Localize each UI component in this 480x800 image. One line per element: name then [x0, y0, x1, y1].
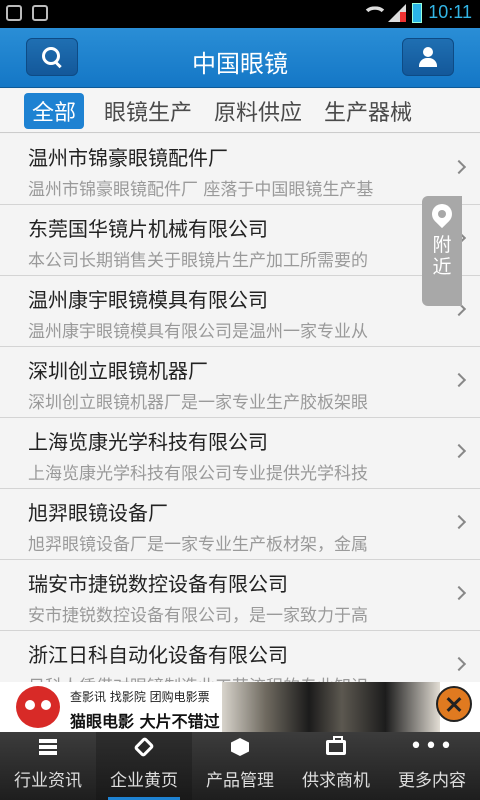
signal-icon — [388, 3, 407, 22]
company-description: 温州康宇眼镜模具有限公司是温州一家专业从 — [28, 322, 368, 342]
wifi-icon — [360, 5, 382, 21]
tab-production-equipment[interactable]: 生产器械 — [324, 95, 412, 127]
nearby-label: 附 — [432, 234, 452, 256]
nav-product-management[interactable]: 产品管理 — [192, 732, 288, 800]
app-header: 中国眼镜 — [0, 28, 480, 88]
company-description: 温州市锦豪眼镜配件厂 座落于中国眼镜生产基 — [28, 180, 374, 200]
battery-icon — [412, 2, 423, 23]
company-name: 深圳创立眼镜机器厂 — [28, 359, 208, 383]
company-name: 温州康宇眼镜模具有限公司 — [28, 288, 268, 312]
list-item[interactable]: 浙江日科自动化设备有限公司 日科人凭借对眼镜制造业工艺流程的专业知识 — [0, 631, 480, 682]
company-name: 温州市锦豪眼镜配件厂 — [28, 146, 228, 170]
briefcase-icon — [326, 735, 346, 755]
company-description: 旭羿眼镜设备厂是一家专业生产板材架，金属 — [28, 535, 368, 555]
location-pin-icon — [427, 199, 457, 229]
chevron-right-icon — [451, 443, 467, 459]
nav-label: 企业黄页 — [110, 771, 178, 791]
company-name: 浙江日科自动化设备有限公司 — [28, 643, 288, 667]
nav-label: 更多内容 — [398, 771, 466, 791]
nav-supply-demand[interactable]: 供求商机 — [288, 732, 384, 800]
category-tabs: 全部 眼镜生产 原料供应 生产器械 — [0, 89, 480, 133]
more-icon: ••• — [409, 734, 455, 759]
ad-image — [222, 682, 440, 732]
chevron-right-icon — [451, 514, 467, 530]
clock: 10:11 — [428, 2, 472, 22]
company-description: 日科人凭借对眼镜制造业工艺流程的专业知识 — [28, 672, 440, 682]
ad-banner[interactable]: 查影讯 找影院 团购电影票 猫眼电影 大片不错过 — [0, 682, 480, 732]
chevron-right-icon — [451, 372, 467, 388]
tab-all[interactable]: 全部 — [24, 92, 85, 129]
list-item[interactable]: 上海览康光学科技有限公司 上海览康光学科技有限公司专业提供光学科技 — [0, 418, 480, 489]
company-name: 上海览康光学科技有限公司 — [28, 430, 268, 454]
company-list: 温州市锦豪眼镜配件厂 温州市锦豪眼镜配件厂 座落于中国眼镜生产基 东莞国华镜片机… — [0, 134, 480, 682]
nav-label: 行业资讯 — [14, 771, 82, 791]
company-description: 深圳创立眼镜机器厂是一家专业生产胶板架眼 — [28, 393, 368, 413]
list-item[interactable]: 东莞国华镜片机械有限公司 本公司长期销售关于眼镜片生产加工所需要的 — [0, 205, 480, 276]
bottom-nav: 行业资讯 企业黄页 产品管理 供求商机 ••• 更多内容 — [0, 732, 480, 800]
ad-subtitle: 查影讯 找影院 团购电影票 — [70, 690, 210, 704]
list-item[interactable]: 温州市锦豪眼镜配件厂 温州市锦豪眼镜配件厂 座落于中国眼镜生产基 — [0, 134, 480, 205]
box-icon — [231, 738, 249, 756]
nav-label: 供求商机 — [302, 771, 370, 791]
user-button[interactable] — [402, 38, 454, 76]
grid-icon — [39, 739, 57, 755]
status-bar: 10:11 — [0, 0, 480, 28]
company-name: 东莞国华镜片机械有限公司 — [28, 217, 268, 241]
usb-icon — [32, 5, 48, 21]
company-name: 瑞安市捷锐数控设备有限公司 — [28, 572, 288, 596]
nav-industry-news[interactable]: 行业资讯 — [0, 732, 96, 800]
chevron-right-icon — [451, 656, 467, 672]
nav-business-directory[interactable]: 企业黄页 — [96, 732, 192, 800]
company-description: 本公司长期销售关于眼镜片生产加工所需要的 — [28, 251, 368, 271]
list-item[interactable]: 旭羿眼镜设备厂 旭羿眼镜设备厂是一家专业生产板材架，金属 — [0, 489, 480, 560]
tag-icon — [133, 736, 155, 758]
chevron-right-icon — [451, 585, 467, 601]
company-description: 上海览康光学科技有限公司专业提供光学科技 — [28, 464, 368, 484]
chevron-right-icon — [451, 159, 467, 175]
list-item[interactable]: 温州康宇眼镜模具有限公司 温州康宇眼镜模具有限公司是温州一家专业从 — [0, 276, 480, 347]
nav-label: 产品管理 — [206, 771, 274, 791]
company-description: 安市捷锐数控设备有限公司，是一家致力于高 — [28, 606, 368, 626]
nearby-label: 近 — [432, 256, 452, 278]
notification-icon — [6, 5, 22, 21]
user-icon — [419, 47, 437, 67]
list-item[interactable]: 深圳创立眼镜机器厂 深圳创立眼镜机器厂是一家专业生产胶板架眼 — [0, 347, 480, 418]
tab-raw-materials[interactable]: 原料供应 — [214, 95, 302, 127]
maoyan-logo-icon — [16, 686, 60, 728]
company-name: 旭羿眼镜设备厂 — [28, 501, 168, 525]
ad-title: 猫眼电影 大片不错过 — [70, 712, 220, 731]
list-item[interactable]: 瑞安市捷锐数控设备有限公司 安市捷锐数控设备有限公司，是一家致力于高 — [0, 560, 480, 631]
nearby-button[interactable]: 附 近 — [422, 196, 462, 306]
tab-eyewear-production[interactable]: 眼镜生产 — [104, 95, 192, 127]
nav-more[interactable]: ••• 更多内容 — [384, 732, 480, 800]
close-ad-button[interactable] — [436, 686, 472, 722]
